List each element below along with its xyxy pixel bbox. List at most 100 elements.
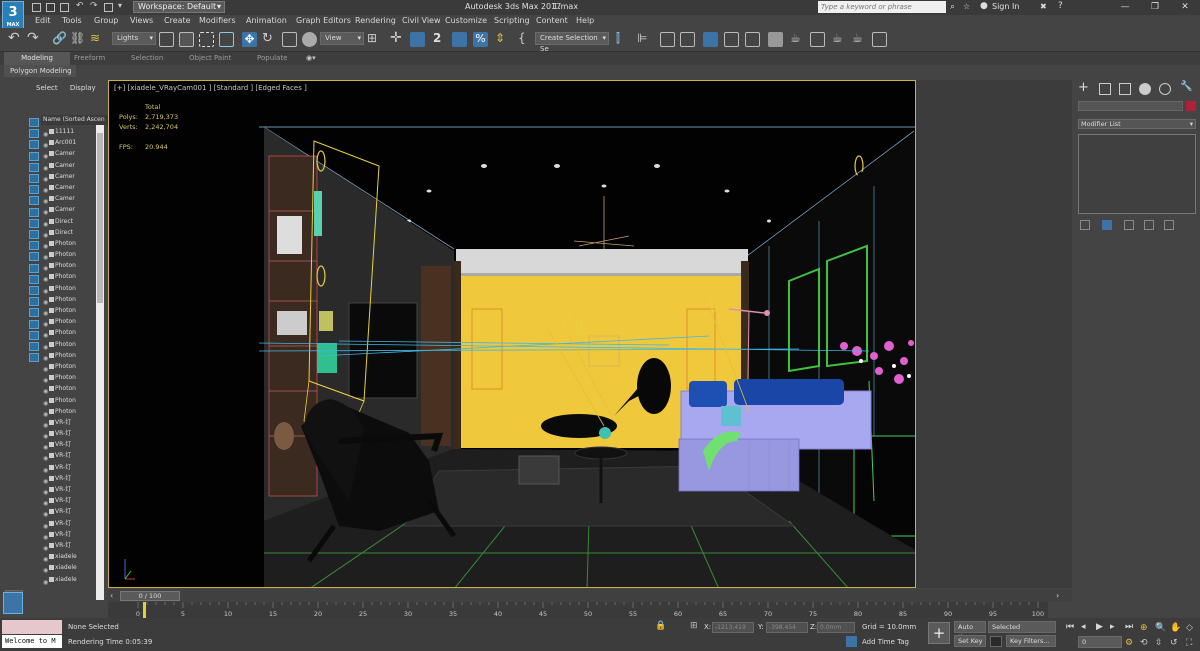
sign-in-button[interactable]: Sign In — [992, 2, 1019, 11]
explorer-filter-icon[interactable] — [29, 174, 39, 183]
explorer-filter-icon[interactable] — [29, 162, 39, 172]
y-coordinate-field[interactable]: -398.454 — [766, 622, 808, 633]
maximize-button[interactable]: ❐ — [1140, 0, 1170, 15]
prev-frame-arrow-icon[interactable]: ‹ — [110, 591, 113, 600]
explorer-filter-icon[interactable] — [29, 207, 39, 217]
selection-filter-dropdown[interactable]: Lights — [112, 32, 156, 45]
absolute-mode-icon[interactable]: ⊞ — [690, 621, 698, 631]
toggle-ribbon-icon[interactable] — [703, 32, 718, 47]
create-tab-icon[interactable]: + — [1078, 80, 1089, 95]
next-frame-arrow-icon[interactable]: › — [1056, 591, 1059, 600]
curve-editor-icon[interactable] — [724, 32, 739, 47]
search-input[interactable] — [818, 1, 946, 13]
tab-object-paint[interactable]: Object Paint — [189, 54, 231, 62]
auto-key-button[interactable]: Auto Key — [954, 621, 986, 641]
mirror-icon[interactable]: ⫿ — [616, 31, 620, 46]
explorer-filter-icon[interactable] — [29, 151, 39, 161]
workspace-selector[interactable]: Workspace: Default — [133, 1, 225, 13]
isolate-selection-icon[interactable]: 🔒 — [655, 621, 666, 631]
project-folder-icon[interactable] — [104, 3, 113, 12]
explorer-filter-icon[interactable] — [29, 330, 39, 340]
exchange-apps-icon[interactable]: ✖ — [1040, 2, 1047, 11]
menu-animation[interactable]: Animation — [246, 16, 287, 25]
select-object-icon[interactable] — [159, 32, 174, 47]
menu-create[interactable]: Create — [164, 16, 191, 25]
named-selection-set-dropdown[interactable]: Create Selection Se — [535, 32, 609, 53]
reference-coordinate-dropdown[interactable]: View — [320, 32, 364, 45]
roll-icon[interactable]: ↺ — [1170, 638, 1178, 648]
menu-help[interactable]: Help — [576, 16, 594, 25]
pivot-center-icon[interactable]: ⊞ — [367, 31, 377, 45]
spinner-snap-icon[interactable]: ⇕ — [495, 31, 505, 45]
explorer-filter-icon[interactable] — [29, 319, 39, 329]
search-icon[interactable]: ⌕ — [950, 2, 955, 12]
explorer-filter-icon[interactable] — [29, 297, 39, 307]
time-config-icon[interactable]: ⚙ — [1125, 638, 1133, 648]
render-production-icon[interactable]: ☕ — [832, 31, 843, 45]
explorer-filter-icon[interactable] — [29, 286, 39, 295]
add-time-tag-button[interactable]: Add Time Tag — [862, 638, 909, 646]
ribbon-options-icon[interactable]: ◉▾ — [306, 54, 316, 62]
explorer-filter-icon[interactable] — [29, 118, 39, 127]
play-icon[interactable]: ▶ — [1096, 622, 1103, 632]
menu-views[interactable]: Views — [130, 16, 153, 25]
menu-tools[interactable]: Tools — [62, 16, 82, 25]
menu-rendering[interactable]: Rendering — [355, 16, 396, 25]
modifier-list-dropdown[interactable]: Modifier List — [1078, 119, 1196, 129]
dolly-icon[interactable]: ⇳ — [1155, 638, 1163, 648]
zoom-icon[interactable]: 🔍 — [1155, 623, 1166, 633]
select-and-move-icon[interactable]: ✥ — [242, 32, 257, 47]
set-key-toggle-icon[interactable] — [990, 636, 1002, 647]
motion-tab-icon[interactable] — [1139, 83, 1151, 95]
zoom-extents-icon[interactable]: ⊕ — [1140, 623, 1148, 633]
explorer-display-tab[interactable]: Display — [70, 84, 96, 92]
camera-viewport[interactable]: [+] [xiadele_VRayCam001 ] [Standard ] [E… — [108, 80, 916, 588]
user-icon[interactable]: ● — [980, 1, 988, 11]
undo-icon[interactable]: ↶ — [76, 1, 85, 11]
time-slider[interactable]: 0 / 100 — [120, 591, 180, 601]
utilities-tab-icon[interactable]: 🔧 — [1180, 81, 1192, 92]
render-in-cloud-icon[interactable] — [872, 32, 887, 47]
go-to-end-icon[interactable]: ⏭ — [1125, 622, 1133, 632]
current-frame-marker[interactable] — [143, 602, 146, 618]
render-setup-icon[interactable]: ☕ — [790, 31, 801, 45]
window-crossing-icon[interactable] — [219, 32, 234, 47]
select-by-name-icon[interactable] — [179, 32, 194, 47]
select-and-link-icon[interactable]: 🔗 — [52, 31, 67, 45]
new-file-icon[interactable] — [32, 3, 41, 12]
app-logo[interactable]: 3 MAX — [2, 1, 24, 29]
open-file-icon[interactable] — [46, 3, 55, 12]
track-bar[interactable]: 0 5 10 15 20 25 30 35 40 45 50 55 60 65 70 75 80 85 90 95 10… — [108, 602, 1048, 618]
orbit-icon[interactable]: ⟲ — [1140, 638, 1148, 648]
set-key-plus-icon[interactable]: + — [928, 622, 950, 644]
maxscript-mini-listener[interactable]: Welcome to M — [2, 635, 62, 648]
key-filters-button[interactable]: Key Filters... — [1006, 635, 1056, 647]
polygon-modeling-panel[interactable]: Polygon Modeling — [4, 65, 76, 77]
set-key-button[interactable]: Set Key — [954, 635, 986, 647]
menu-civil-view[interactable]: Civil View — [402, 16, 441, 25]
menu-edit[interactable]: Edit — [35, 16, 51, 25]
rendered-frame-window-icon[interactable] — [810, 32, 825, 47]
scene-explorer-toggle-icon[interactable] — [660, 32, 675, 47]
select-and-place-icon[interactable] — [302, 32, 317, 47]
maximize-viewport-icon[interactable]: ⛶ — [1186, 638, 1192, 648]
object-color-swatch[interactable] — [1186, 101, 1196, 111]
explorer-filter-icon[interactable] — [29, 263, 39, 273]
select-and-scale-icon[interactable] — [282, 32, 297, 47]
modifier-stack[interactable] — [1078, 134, 1196, 214]
snap-toggle-icon[interactable]: 2 — [433, 31, 441, 45]
material-editor-icon[interactable] — [768, 32, 783, 47]
configure-modifier-sets-icon[interactable] — [1164, 220, 1174, 230]
keyboard-shortcut-override-icon[interactable] — [410, 32, 425, 47]
go-to-start-icon[interactable]: ⏮ — [1066, 622, 1074, 632]
viewport-label[interactable]: [+] [xiadele_VRayCam001 ] [Standard ] [E… — [114, 84, 307, 92]
help-icon[interactable]: ? — [1058, 1, 1063, 11]
menu-customize[interactable]: Customize — [445, 16, 487, 25]
tab-selection[interactable]: Selection — [131, 54, 163, 62]
explorer-scroll-thumb[interactable] — [97, 133, 103, 303]
pan-view-icon[interactable]: ✋ — [1170, 623, 1181, 633]
percent-snap-icon[interactable]: % — [473, 32, 488, 47]
remove-modifier-icon[interactable] — [1144, 220, 1154, 230]
minimize-button[interactable]: — — [1110, 0, 1140, 15]
maxscript-mini-listener-macro[interactable] — [2, 620, 62, 634]
